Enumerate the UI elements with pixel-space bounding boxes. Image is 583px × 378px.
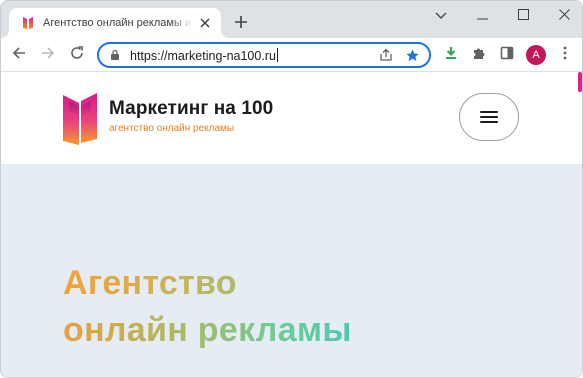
minimize-icon [476,7,488,25]
minimize-button[interactable] [462,1,502,31]
page-viewport: Маркетинг на 100 агентство онлайн реклам… [1,72,582,377]
bookmark-star-icon[interactable] [403,46,421,64]
tab-strip: Агентство онлайн рекламы и разработки [1,1,582,38]
url-text[interactable]: https://marketing-na100.ru [130,47,369,63]
puzzle-icon [472,46,486,65]
tab-close-icon[interactable] [197,15,213,31]
tab-title: Агентство онлайн рекламы и разработки [43,17,193,29]
reload-icon [70,45,84,65]
hamburger-icon [480,111,498,123]
back-button[interactable] [7,43,31,67]
lock-icon[interactable] [109,49,121,61]
extensions-button[interactable] [468,44,490,66]
side-panel-icon [500,46,514,65]
back-arrow-icon [12,46,26,65]
maximize-icon [517,7,529,25]
forward-button[interactable] [36,43,60,67]
brand-logo-icon[interactable] [61,91,99,147]
browser-tab-active[interactable]: Агентство онлайн рекламы и разработки [9,8,221,38]
tab-search-button[interactable] [421,1,461,31]
marketing-logo-favicon-icon [21,16,35,30]
browser-window: Агентство онлайн рекламы и разработки [0,0,583,378]
site-header: Маркетинг на 100 агентство онлайн реклам… [1,72,582,164]
menu-button[interactable] [459,93,519,141]
hero-title-line1: Агентство [63,260,352,307]
new-tab-button[interactable] [230,13,252,35]
chevron-down-icon [435,7,447,25]
brand-name[interactable]: Маркетинг на 100 [109,98,273,120]
three-dots-icon [563,46,567,65]
forward-arrow-icon [41,46,55,65]
hero-title-line2: онлайн рекламы [63,307,352,354]
window-close-button[interactable] [544,1,582,31]
maximize-button[interactable] [503,1,543,31]
browser-menu-button[interactable] [554,44,576,66]
download-extension-button[interactable] [440,44,462,66]
side-panel-button[interactable] [496,44,518,66]
browser-toolbar: https://marketing-na100.ru A [1,38,582,72]
hero-section: Агентство онлайн рекламы [1,164,582,377]
share-icon[interactable] [377,46,395,64]
profile-avatar[interactable]: A [526,45,546,65]
address-bar[interactable]: https://marketing-na100.ru [97,42,431,68]
download-extension-icon [444,46,458,65]
plus-icon [234,15,248,34]
close-icon [558,7,570,25]
scroll-accent-bar [578,72,582,92]
text-caret [276,47,278,62]
reload-button[interactable] [65,43,89,67]
hero-title: Агентство онлайн рекламы [63,260,352,354]
brand-tagline: агентство онлайн рекламы [109,123,235,134]
